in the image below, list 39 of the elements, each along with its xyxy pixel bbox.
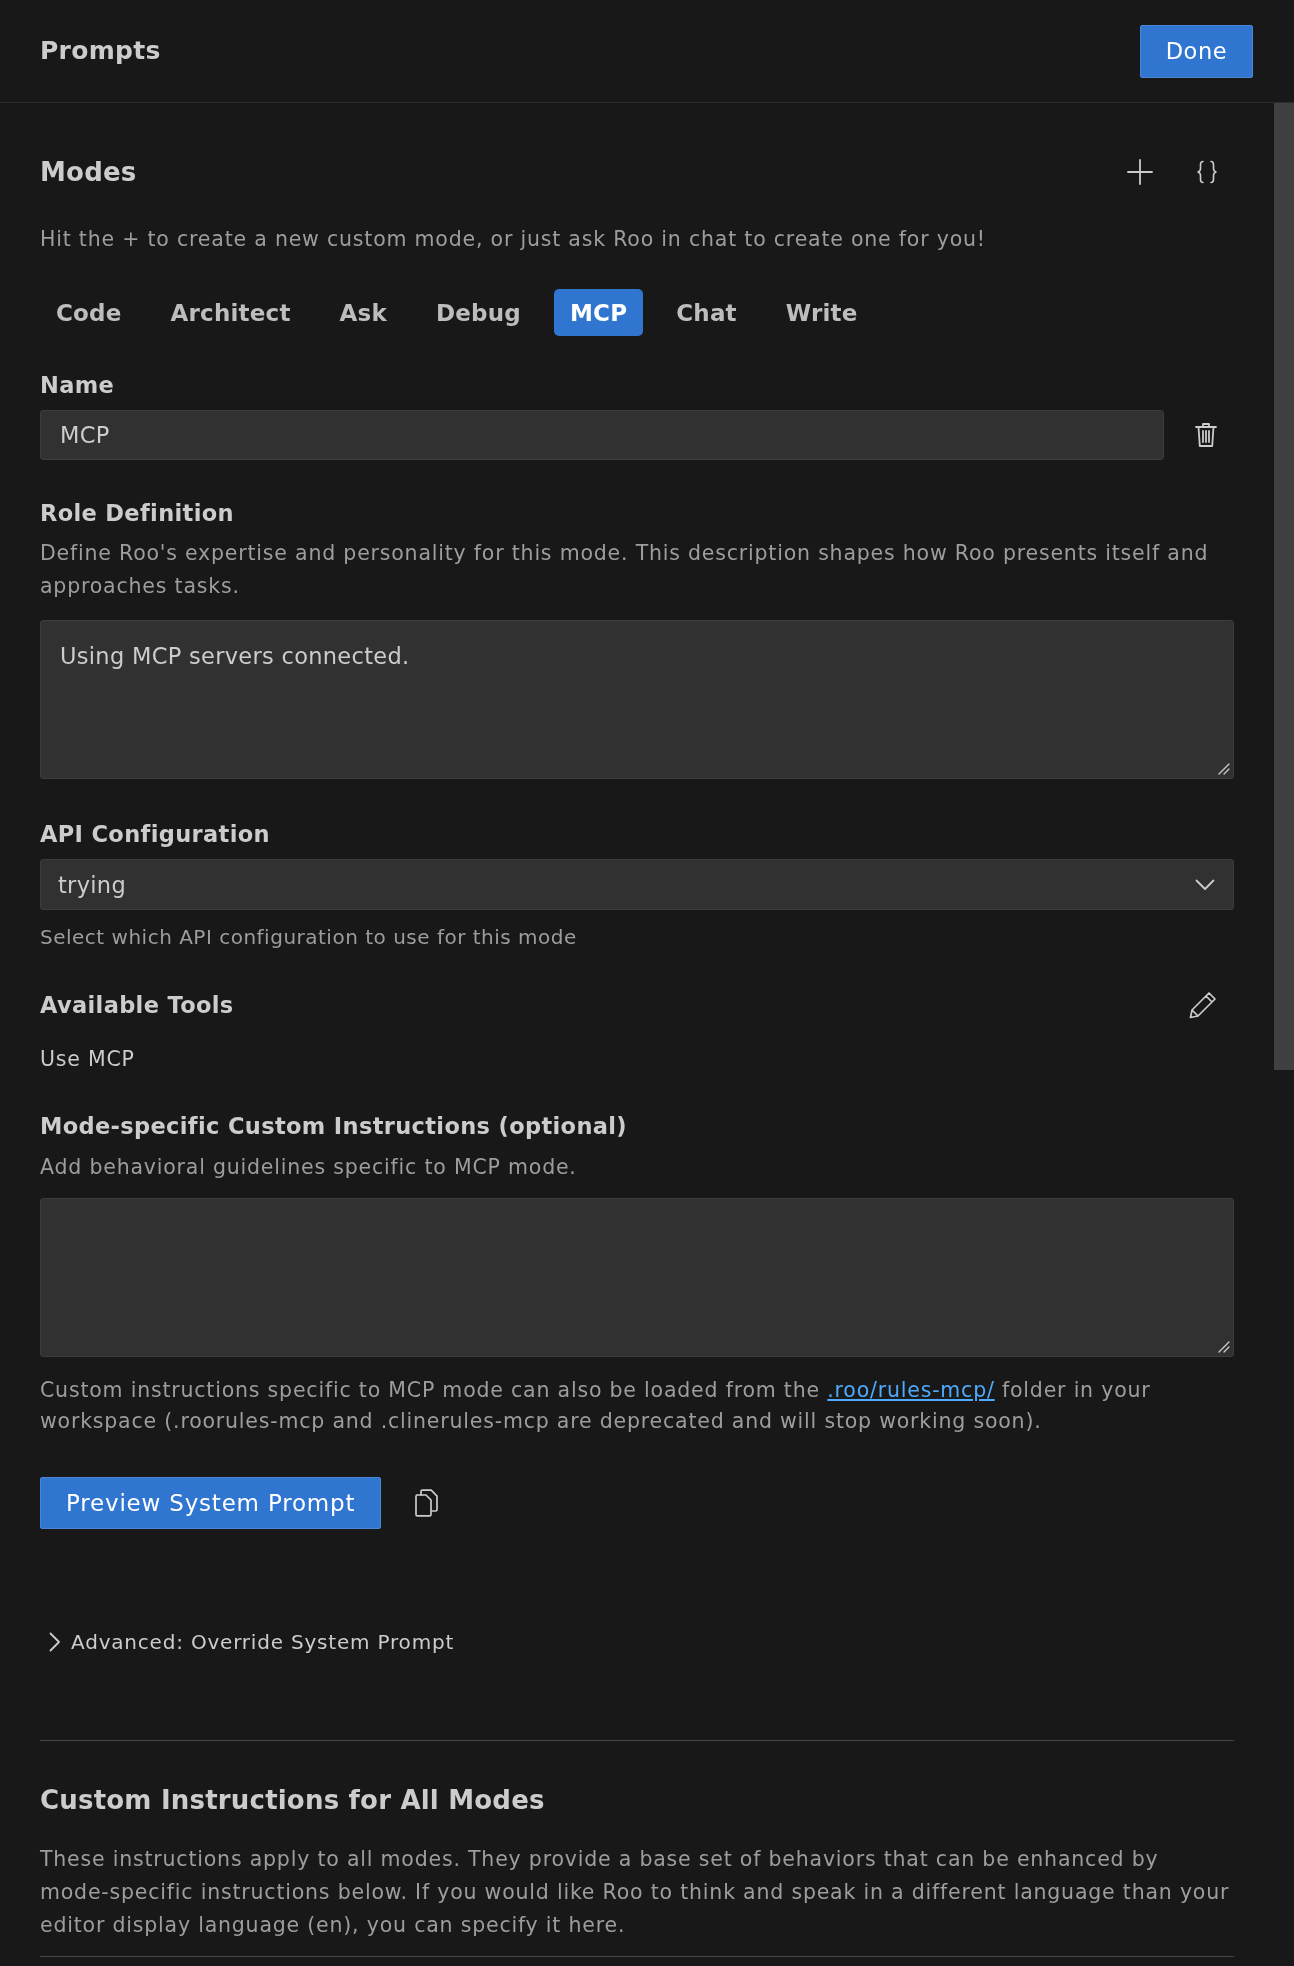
mode-tab[interactable]: Code xyxy=(40,289,138,336)
chevron-down-icon[interactable] xyxy=(1195,878,1215,891)
field-label: Mode-specific Custom Instructions (optional) xyxy=(40,1112,628,1141)
field-description: Define Roo's expertise and personality for this mode. This description shapes how Roo presents itself and approaches tasks. xyxy=(40,540,1210,600)
modes-hint: Hit the + to create a new custom mode, or just ask Roo in chat to create one for you! xyxy=(40,226,987,253)
done-button[interactable]: Done xyxy=(1139,24,1253,78)
mode-tab[interactable]: Ask xyxy=(323,289,403,336)
page-title: Prompts xyxy=(40,35,161,67)
advanced-toggle[interactable]: Advanced: Override System Prompt xyxy=(71,1627,455,1657)
mode-tab[interactable]: MCP xyxy=(554,289,644,336)
field-label: API Configuration xyxy=(40,820,271,849)
pencil-icon[interactable] xyxy=(1189,991,1217,1019)
braces-icon[interactable] xyxy=(1197,160,1217,184)
section-title: Custom Instructions for All Modes xyxy=(40,1784,546,1817)
tool-name: Use MCP xyxy=(40,1046,135,1073)
plus-icon[interactable] xyxy=(1127,159,1153,185)
resize-grip-icon[interactable] xyxy=(1218,1341,1230,1353)
rules-folder-note: Custom instructions specific to MCP mode can also be loaded from the .roo/rules-mcp/ folder in your workspace (.roorules-mcp and .clinerules-mcp are deprecated and will stop working soon). xyxy=(40,1377,1152,1435)
field-label: Name xyxy=(40,371,116,400)
mode-tab[interactable]: Debug xyxy=(420,289,537,336)
name-input[interactable]: MCP xyxy=(40,410,1164,460)
preview-system-prompt-button[interactable]: Preview System Prompt xyxy=(40,1477,382,1529)
mode-tab[interactable]: Architect xyxy=(154,289,307,336)
api-configuration-select[interactable]: trying xyxy=(40,859,1234,910)
field-label: Role Definition xyxy=(40,499,235,528)
mode-tab[interactable]: Write xyxy=(769,289,874,336)
mode-tab[interactable]: Chat xyxy=(660,289,753,336)
role-definition-textarea[interactable]: Using MCP servers connected. xyxy=(40,620,1234,779)
field-description: Add behavioral guidelines specific to MCP mode. xyxy=(40,1154,578,1181)
resize-grip-icon[interactable] xyxy=(1218,763,1230,775)
section-description: These instructions apply to all modes. They provide a base set of behaviors that can be enhanced by mode-specific instructions below. If you would like Roo to think and speak in a different language than your editor display language (en), you can specify it here. xyxy=(40,1846,1231,1939)
trash-icon[interactable] xyxy=(1195,422,1217,448)
chevron-right-icon[interactable] xyxy=(49,1632,61,1652)
field-label: Available Tools xyxy=(40,991,234,1020)
section-title: Modes xyxy=(40,156,137,189)
field-help: Select which API configuration to use for this mode xyxy=(40,924,578,951)
scrollbar-thumb[interactable] xyxy=(1274,103,1294,1070)
rules-folder-link[interactable]: .roo/rules-mcp/ xyxy=(827,1378,995,1402)
copy-icon[interactable] xyxy=(414,1489,439,1517)
